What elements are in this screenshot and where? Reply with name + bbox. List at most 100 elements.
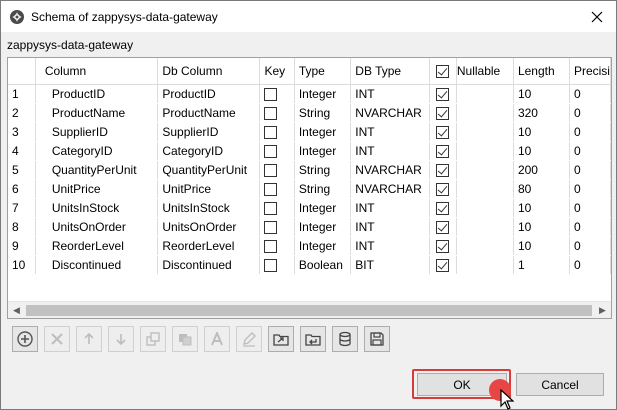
key-checkbox[interactable] [264, 239, 278, 253]
paste-button[interactable] [172, 326, 198, 352]
cell-nullable[interactable] [429, 122, 457, 142]
cell-db-column[interactable]: UnitsOnOrder [157, 217, 261, 237]
scroll-right-icon[interactable]: ▶ [594, 302, 611, 318]
move-up-button[interactable] [76, 326, 102, 352]
copy-button[interactable] [140, 326, 166, 352]
cell-nullable[interactable] [429, 141, 457, 161]
cell-precision[interactable]: 0 [569, 236, 611, 256]
cell-db-type[interactable]: INT [350, 122, 430, 142]
cell-column[interactable]: QuantityPerUnit [35, 160, 159, 180]
header-db-type[interactable]: DB Type [350, 58, 430, 85]
header-nullable-checkbox[interactable] [429, 58, 457, 85]
nullable-checkbox[interactable] [436, 201, 450, 215]
cell-key[interactable] [259, 198, 295, 218]
cell-precision[interactable]: 0 [569, 160, 611, 180]
cell-column[interactable]: UnitPrice [35, 179, 159, 199]
header-key[interactable]: Key [259, 58, 295, 85]
cell-type[interactable]: Integer [294, 84, 352, 104]
cell-column[interactable]: Discontinued [35, 255, 159, 275]
table-row[interactable]: 9 ReorderLevel ReorderLevel Integer INT 10 0 [8, 236, 611, 256]
cell-precision[interactable]: 0 [569, 255, 611, 275]
close-icon[interactable] [586, 6, 608, 28]
cell-nullable[interactable] [429, 160, 457, 180]
rename-button[interactable] [204, 326, 230, 352]
table-row[interactable]: 3 SupplierID SupplierID Integer INT 10 0 [8, 122, 611, 142]
nullable-checkbox[interactable] [436, 220, 450, 234]
cell-precision[interactable]: 0 [569, 122, 611, 142]
cell-key[interactable] [259, 122, 295, 142]
cell-key[interactable] [259, 160, 295, 180]
header-db-column[interactable]: Db Column [157, 58, 261, 85]
cell-db-type[interactable]: INT [350, 84, 430, 104]
key-checkbox[interactable] [264, 87, 278, 101]
cancel-button[interactable]: Cancel [516, 373, 604, 396]
table-row[interactable]: 2 ProductName ProductName String NVARCHAR 320… [8, 103, 611, 123]
move-down-button[interactable] [108, 326, 134, 352]
key-checkbox[interactable] [264, 182, 278, 196]
cell-type[interactable]: Integer [294, 141, 352, 161]
nullable-checkbox[interactable] [436, 258, 450, 272]
cell-column[interactable]: SupplierID [35, 122, 159, 142]
header-precision[interactable]: Precisi [569, 58, 611, 85]
nullable-checkbox[interactable] [436, 163, 450, 177]
save-button[interactable] [364, 326, 390, 352]
table-row[interactable]: 5 QuantityPerUnit QuantityPerUnit String NVA… [8, 160, 611, 180]
table-row[interactable]: 1 ProductID ProductID Integer INT 10 0 [8, 84, 611, 104]
cell-column[interactable]: ProductName [35, 103, 159, 123]
cell-precision[interactable]: 0 [569, 84, 611, 104]
cell-db-column[interactable]: QuantityPerUnit [157, 160, 261, 180]
nullable-checkbox[interactable] [436, 239, 450, 253]
scroll-left-icon[interactable]: ◀ [8, 302, 25, 318]
key-checkbox[interactable] [264, 125, 278, 139]
key-checkbox[interactable] [264, 163, 278, 177]
export-button[interactable] [268, 326, 294, 352]
cell-nullable[interactable] [429, 198, 457, 218]
cell-nullable[interactable] [429, 84, 457, 104]
cell-length[interactable]: 80 [513, 179, 570, 199]
key-checkbox[interactable] [264, 144, 278, 158]
cell-db-column[interactable]: CategoryID [157, 141, 261, 161]
cell-length[interactable]: 10 [513, 198, 570, 218]
schema-grid[interactable]: Column Db Column Key Type DB Type Nullab… [7, 57, 612, 319]
header-nullable[interactable]: Nullable [456, 58, 514, 85]
nullable-checkbox[interactable] [436, 125, 450, 139]
cell-key[interactable] [259, 103, 295, 123]
edit-button[interactable] [236, 326, 262, 352]
nullable-checkbox[interactable] [436, 87, 450, 101]
cell-nullable[interactable] [429, 255, 457, 275]
cell-precision[interactable]: 0 [569, 141, 611, 161]
cell-db-type[interactable]: BIT [350, 255, 430, 275]
cell-db-column[interactable]: ReorderLevel [157, 236, 261, 256]
nullable-checkbox[interactable] [436, 106, 450, 120]
cell-precision[interactable]: 0 [569, 103, 611, 123]
cell-length[interactable]: 320 [513, 103, 570, 123]
cell-db-column[interactable]: ProductName [157, 103, 261, 123]
cell-db-column[interactable]: UnitsInStock [157, 198, 261, 218]
cell-db-column[interactable]: SupplierID [157, 122, 261, 142]
cell-db-type[interactable]: INT [350, 217, 430, 237]
delete-row-button[interactable] [44, 326, 70, 352]
cell-db-type[interactable]: NVARCHAR [350, 179, 430, 199]
cell-db-column[interactable]: Discontinued [157, 255, 261, 275]
header-type[interactable]: Type [294, 58, 352, 85]
cell-db-column[interactable]: UnitPrice [157, 179, 261, 199]
cell-type[interactable]: String [294, 103, 352, 123]
cell-nullable[interactable] [429, 236, 457, 256]
nullable-checkbox[interactable] [436, 182, 450, 196]
cell-precision[interactable]: 0 [569, 198, 611, 218]
cell-type[interactable]: Integer [294, 198, 352, 218]
cell-type[interactable]: Integer [294, 236, 352, 256]
header-length[interactable]: Length [513, 58, 570, 85]
cell-column[interactable]: ReorderLevel [35, 236, 159, 256]
table-row[interactable]: 7 UnitsInStock UnitsInStock Integer INT 10 0 [8, 198, 611, 218]
cell-nullable[interactable] [429, 103, 457, 123]
cell-key[interactable] [259, 84, 295, 104]
cell-key[interactable] [259, 179, 295, 199]
scroll-thumb[interactable] [26, 305, 592, 316]
add-row-button[interactable] [12, 326, 38, 352]
cell-length[interactable]: 10 [513, 236, 570, 256]
import-button[interactable] [300, 326, 326, 352]
cell-type[interactable]: Integer [294, 217, 352, 237]
cell-key[interactable] [259, 217, 295, 237]
cell-column[interactable]: ProductID [35, 84, 159, 104]
